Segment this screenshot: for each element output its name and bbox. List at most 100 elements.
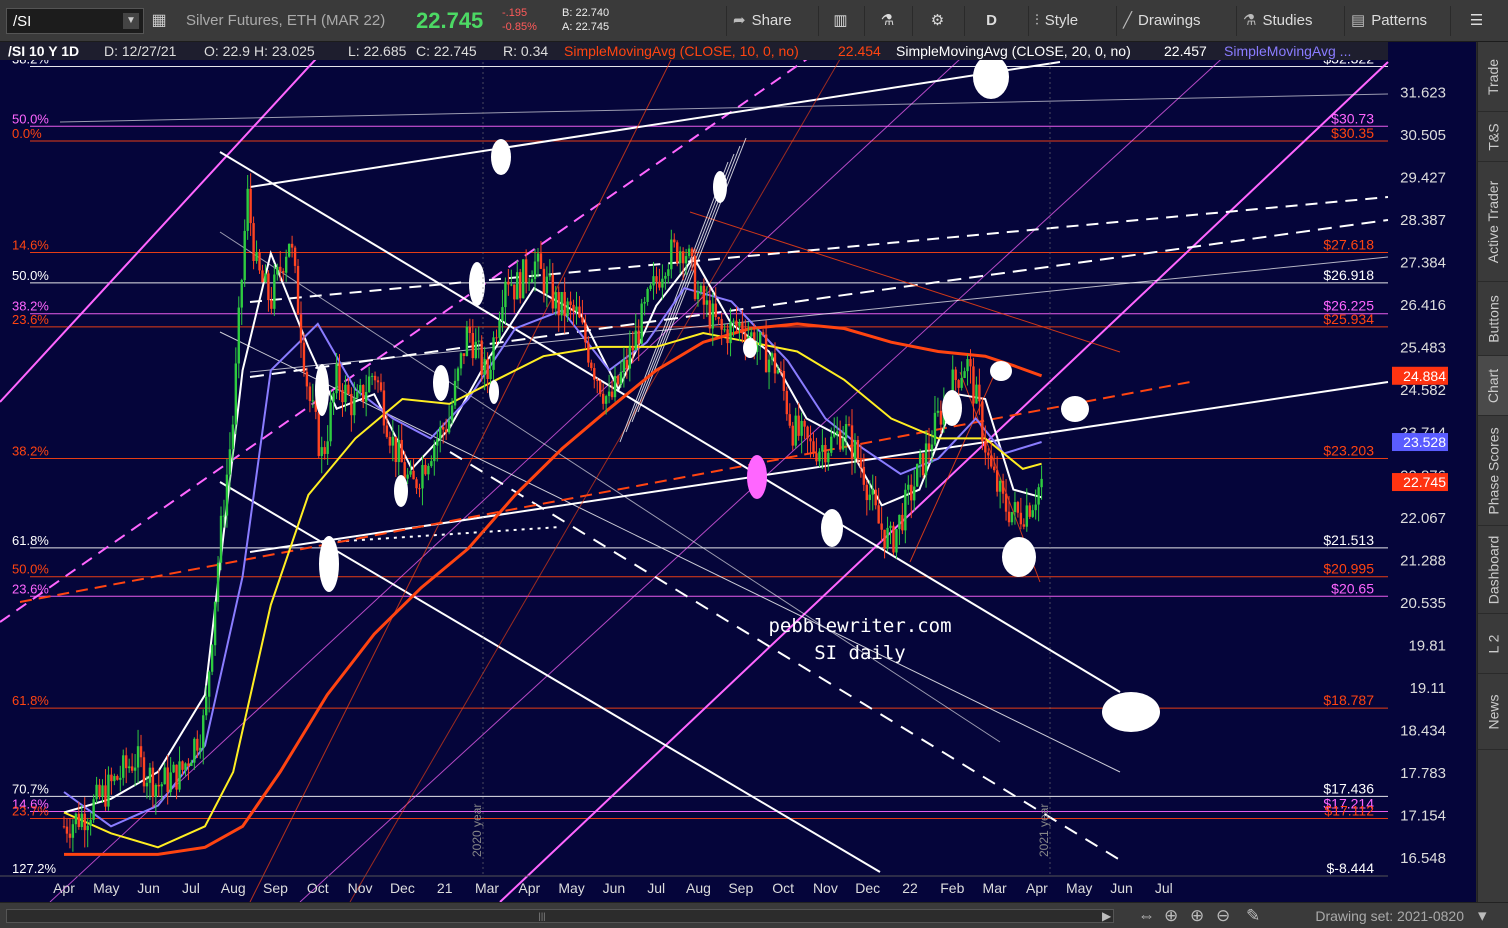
instrument-description: Silver Futures, ETH (MAR 22) [186, 12, 386, 29]
candle-body [536, 253, 540, 262]
y-tick-label: 30.505 [1400, 127, 1446, 144]
menu-button[interactable]: ☰ [1450, 6, 1502, 36]
layout-menu-icon[interactable]: ▾ [1478, 906, 1487, 926]
side-tab-active-trader[interactable]: Active Trader [1478, 162, 1508, 282]
y-tick-label: 22.067 [1400, 510, 1446, 527]
share-icon: ➦ [733, 12, 746, 29]
candle-body [954, 369, 957, 381]
time-scrollbar[interactable]: ||| [6, 909, 1114, 923]
candle-body [127, 766, 131, 769]
timeframe-button[interactable]: D [964, 6, 1018, 36]
candle-body [1040, 478, 1043, 488]
candle-body [142, 757, 146, 787]
side-tab-phase-scores[interactable]: Phase Scores [1478, 416, 1508, 526]
candle-body [154, 784, 158, 798]
candle-body [187, 763, 190, 766]
candle-body [477, 340, 480, 342]
x-tick-label: Apr [1026, 880, 1048, 896]
candle-body [560, 291, 563, 316]
candle-body [770, 353, 774, 360]
share-button[interactable]: ➦ Share [726, 6, 798, 36]
candle-body [199, 747, 202, 751]
bid: B: 22.740 [562, 7, 610, 19]
compare-button[interactable]: ▥ [818, 6, 862, 36]
link-grid-icon[interactable]: ▦ [148, 8, 170, 34]
side-tab-news[interactable]: News [1478, 674, 1508, 750]
side-tab-trade[interactable]: Trade [1478, 42, 1508, 112]
candle-body [163, 767, 166, 785]
candle-body [332, 393, 335, 403]
y-tick-label: 21.288 [1400, 552, 1446, 569]
candle-body [196, 738, 199, 751]
candle-body [809, 438, 812, 442]
symbol-input[interactable]: /SI ▼ [6, 8, 144, 34]
studies-button[interactable]: ⚗ Studies [1236, 6, 1319, 36]
drawing-set-label: Drawing set: 2021-0820 [1315, 908, 1464, 924]
candle-body [385, 425, 389, 437]
candle-body [690, 248, 694, 257]
side-tab-dashboard[interactable]: Dashboard [1478, 526, 1508, 614]
candle-body [892, 525, 895, 553]
zoom-out-icon[interactable]: ⊖ [1216, 906, 1230, 926]
candle-body [418, 488, 421, 490]
candle-body [231, 424, 235, 450]
expand-icon[interactable]: ⇔ [1138, 906, 1155, 926]
drawings-button[interactable]: ╱ Drawings [1116, 6, 1207, 36]
candle-body [249, 188, 252, 224]
side-tab-chart[interactable]: Chart [1478, 356, 1508, 416]
year-marker-label: 2020 year [470, 804, 484, 857]
scroll-right-icon[interactable]: ▶ [1102, 909, 1111, 923]
pivot-marker [489, 380, 499, 404]
candle-body [670, 239, 673, 270]
candle-body [403, 462, 406, 479]
fib-level-pct: 14.6% [12, 238, 49, 253]
candle-body [71, 824, 75, 838]
candle-body [344, 384, 347, 403]
patterns-button[interactable]: ▤ Patterns [1344, 6, 1433, 36]
fib-level-price: $26.918 [1323, 267, 1374, 283]
candle-body [80, 813, 83, 827]
fib-level-price: $30.35 [1331, 125, 1374, 141]
candle-body [741, 322, 744, 334]
pivot-marker [973, 55, 1009, 99]
candle-body [764, 334, 768, 373]
crosshair-icon[interactable]: ⊕ [1164, 906, 1178, 926]
pencil-icon[interactable]: ✎ [1246, 906, 1260, 926]
candle-body [353, 398, 356, 416]
candle-body [895, 529, 898, 553]
price-chart[interactable]: 38.2%$32.32250.0%$30.730.0%$30.3514.6%$2… [0, 42, 1476, 902]
y-tick-label: 19.11 [1410, 680, 1446, 697]
side-tab-t-s[interactable]: T&S [1478, 112, 1508, 162]
symbol-dropdown-icon[interactable]: ▼ [123, 13, 139, 29]
candle-body [972, 366, 975, 404]
candle-body [901, 514, 904, 531]
candle-body [563, 291, 566, 316]
flask-button[interactable]: ⚗ [864, 6, 910, 36]
candle-body [841, 438, 845, 450]
side-tab-buttons[interactable]: Buttons [1478, 282, 1508, 356]
candle-body [596, 379, 599, 381]
scrollbar-thumb[interactable]: ||| [527, 911, 557, 921]
x-tick-label: Nov [813, 880, 838, 896]
candle-body [326, 441, 329, 454]
fib-level-price: $25.934 [1323, 311, 1374, 327]
candle-body [427, 465, 430, 475]
side-tab-l-2[interactable]: L 2 [1478, 614, 1508, 674]
fib-level-pct: 50.0% [12, 111, 49, 126]
candle-body [773, 353, 777, 374]
candle-body [367, 376, 371, 392]
x-tick-label: Aug [221, 880, 246, 896]
candle-body [133, 767, 137, 771]
candle-body [889, 525, 892, 528]
fib-level-pct: 70.7% [12, 781, 49, 796]
fib-level-pct: 127.2% [12, 861, 57, 876]
zoom-in-icon[interactable]: ⊕ [1190, 906, 1204, 926]
fib-level-price: $17.436 [1323, 780, 1374, 796]
candle-body [204, 696, 208, 716]
style-button[interactable]: ⫶ Style [1028, 6, 1084, 36]
candle-body [148, 767, 152, 783]
legend-item: SimpleMovingAvg (CLOSE, 10, 0, no) [564, 43, 799, 59]
x-tick-label: Nov [348, 880, 373, 896]
x-tick-label: Apr [53, 880, 75, 896]
settings-button[interactable]: ⚙ [912, 6, 962, 36]
